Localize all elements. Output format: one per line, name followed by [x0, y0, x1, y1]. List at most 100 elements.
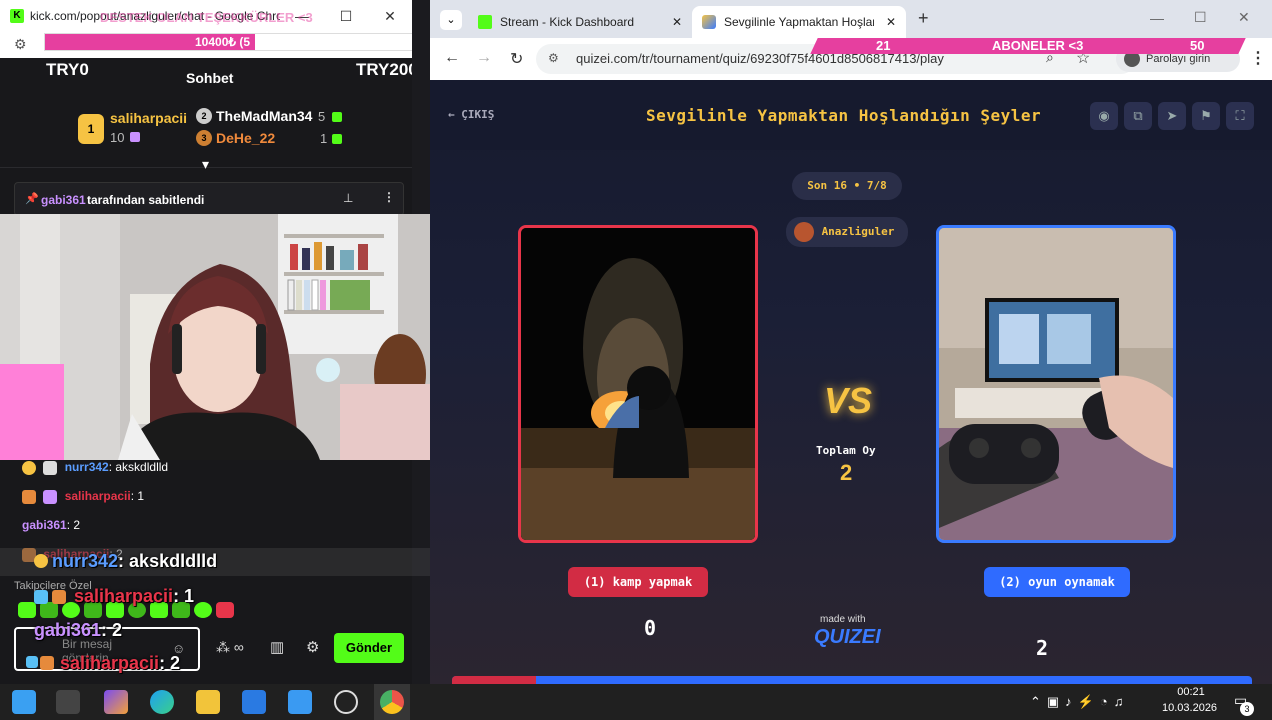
- flag-icon[interactable]: ⚑: [1192, 102, 1220, 130]
- leader-name-3[interactable]: DeHe_22: [216, 130, 275, 146]
- active-app-highlight: [374, 684, 410, 720]
- edge-icon[interactable]: [150, 690, 174, 714]
- chat-username[interactable]: nurr342: [65, 460, 109, 474]
- gift-icon: [130, 132, 140, 142]
- copilot-icon[interactable]: [104, 690, 128, 714]
- option-1-button[interactable]: (1) kamp yapmak: [568, 567, 708, 597]
- gift-badge-icon: [43, 489, 58, 504]
- kick-icon: [478, 15, 492, 29]
- host-name: Anazliguler: [821, 225, 895, 238]
- total-votes-label: Toplam Oy: [816, 444, 876, 457]
- tab-close-icon[interactable]: ✕: [886, 15, 896, 29]
- chat-username[interactable]: saliharpacii: [65, 489, 131, 503]
- chat-header: TRY0 Sohbet TRY2000: [0, 58, 412, 98]
- badge-icon: [22, 460, 36, 475]
- overlay-thanks-title: DESTEK OLAN TEŞEKKÜRLER <3: [100, 10, 313, 25]
- cat-badge-icon: [40, 656, 54, 670]
- overlay-message-1: nurr342: akskdldlld: [52, 551, 218, 571]
- tab-close-icon[interactable]: ✕: [672, 15, 682, 29]
- emote-icon[interactable]: [40, 602, 58, 618]
- tab-label: Stream - Kick Dashboard: [500, 15, 635, 29]
- settings-icon[interactable]: ⚙: [306, 638, 319, 656]
- collapse-icon[interactable]: ▾: [202, 156, 209, 173]
- new-tab-button[interactable]: +: [918, 8, 929, 29]
- currency-left: TRY0: [46, 60, 89, 79]
- more-options-icon[interactable]: ⋮: [383, 190, 395, 204]
- task-view-icon[interactable]: [56, 690, 80, 714]
- tab-kick-dashboard[interactable]: Stream - Kick Dashboard ✕: [468, 6, 690, 38]
- store-icon[interactable]: [242, 690, 266, 714]
- chat-username[interactable]: gabi361: [22, 518, 67, 532]
- infinity-icon[interactable]: ⁂ ∞: [216, 639, 244, 656]
- cat-badge-icon: [43, 460, 58, 475]
- chat-message: saliharpacii: 1: [22, 489, 144, 504]
- emote-icon[interactable]: [194, 602, 212, 618]
- windows-taskbar: ⌃▣♪⚡◔♫ 00:21 10.03.2026 ▭ 3: [0, 684, 1272, 720]
- site-settings-icon[interactable]: ⚙: [14, 36, 27, 53]
- chat-message: gabi361: 2: [22, 518, 80, 532]
- leader-name-2[interactable]: TheMadMan34: [216, 108, 312, 124]
- gift-icon: [332, 112, 342, 122]
- chat-text: : 1: [130, 489, 145, 503]
- fullscreen-icon[interactable]: ⛶: [1226, 102, 1254, 130]
- overlay-message-2: saliharpacii: 1: [74, 586, 195, 606]
- share-icon[interactable]: ⧉: [1124, 102, 1152, 130]
- tray-icons[interactable]: ⌃▣♪⚡◔♫: [1030, 694, 1129, 710]
- pin-toggle-icon[interactable]: ⊥: [343, 191, 353, 205]
- quiz-title: Sevgilinle Yapmaktan Hoşlandığın Şeyler: [646, 106, 1042, 125]
- start-icon[interactable]: [12, 690, 36, 714]
- browser-window: ⌄ Stream - Kick Dashboard ✕ Sevgilinle Y…: [430, 0, 1272, 684]
- overlay-message-3: gabi361: 2: [34, 620, 123, 640]
- round-indicator: Son 16 • 7/8: [792, 172, 902, 200]
- score-option-2: 2: [1036, 636, 1049, 660]
- chat-message: nurr342: akskdldlld: [22, 460, 168, 475]
- exit-button[interactable]: ← ÇIKIŞ: [448, 108, 494, 121]
- clock-date[interactable]: 10.03.2026: [1162, 702, 1217, 714]
- send-icon[interactable]: ➤: [1158, 102, 1186, 130]
- outlook-icon[interactable]: [288, 690, 312, 714]
- pin-icon: 📌: [25, 193, 39, 205]
- leader-name-1[interactable]: saliharpacii: [110, 110, 187, 126]
- made-with-label: made with: [820, 614, 866, 625]
- emote-icon[interactable]: [18, 602, 36, 618]
- notification-count: 3: [1240, 702, 1254, 716]
- close-button[interactable]: ✕: [1238, 9, 1250, 26]
- close-button[interactable]: ✕: [368, 8, 412, 25]
- host-badge: Anazliguler: [786, 217, 908, 247]
- quiz-page: ← ÇIKIŞ Sevgilinle Yapmaktan Hoşlandığın…: [430, 80, 1272, 684]
- option-card-2[interactable]: [936, 225, 1176, 543]
- send-button[interactable]: Gönder: [334, 633, 404, 663]
- badge-icon: [34, 554, 48, 568]
- cat-badge-icon: [52, 590, 66, 604]
- kick-icon: K: [10, 9, 24, 23]
- cat-badge-icon: [22, 489, 36, 504]
- tab-quizei[interactable]: Sevgilinle Yapmaktan Hoşlandığ ✕: [692, 6, 906, 38]
- eye-icon[interactable]: ◉: [1090, 102, 1118, 130]
- subs-current: 21: [876, 38, 891, 53]
- vs-icon: VS: [824, 380, 873, 421]
- goal-bar: 10400₺ (5: [44, 33, 412, 51]
- leaderboard: 1 saliharpacii 10 2 TheMadMan34 5 3 DeHe…: [0, 98, 412, 172]
- file-explorer-icon[interactable]: [196, 690, 220, 714]
- tab-bar: ⌄ Stream - Kick Dashboard ✕ Sevgilinle Y…: [430, 0, 1272, 38]
- bronze-medal-icon: 3: [196, 130, 212, 146]
- gold-medal-icon: 1: [78, 114, 104, 144]
- store-icon[interactable]: ▥: [270, 638, 284, 656]
- maximize-button[interactable]: ☐: [324, 8, 368, 25]
- minimize-button[interactable]: —: [1150, 10, 1164, 26]
- overlay-message-4: saliharpacii: 2: [60, 653, 181, 673]
- clock-time[interactable]: 00:21: [1166, 686, 1216, 698]
- host-avatar: [794, 222, 814, 242]
- pinned-user[interactable]: gabi361: [41, 193, 86, 207]
- tab-label: Sevgilinle Yapmaktan Hoşlandığ: [724, 15, 874, 29]
- emote-icon[interactable]: [216, 602, 234, 618]
- maximize-button[interactable]: ☐: [1194, 9, 1207, 26]
- gift-icon: [332, 134, 342, 144]
- chat-text: : akskdldlld: [108, 460, 169, 474]
- score-option-1: 0: [644, 616, 657, 640]
- option-card-1[interactable]: [518, 225, 758, 543]
- total-votes-value: 2: [840, 460, 853, 485]
- option-2-button[interactable]: (2) oyun oynamak: [984, 567, 1130, 597]
- tab-search-icon[interactable]: ⌄: [440, 10, 462, 30]
- obs-icon[interactable]: [334, 690, 358, 714]
